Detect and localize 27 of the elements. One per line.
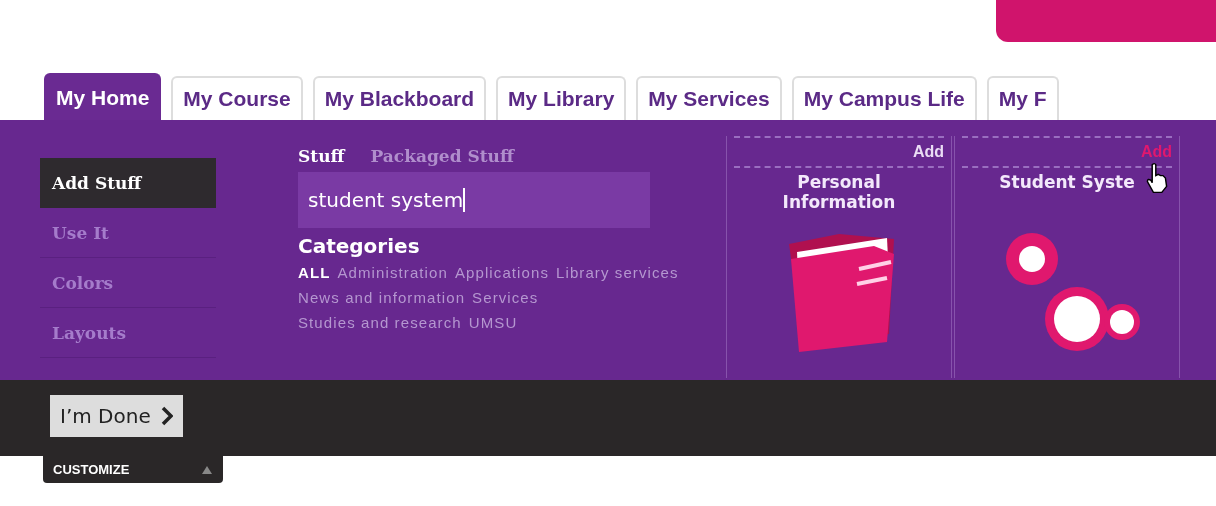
tile-title: Personal Information <box>781 172 897 214</box>
stuff-tab[interactable]: Stuff <box>298 146 345 166</box>
customize-tab[interactable]: CUSTOMIZE <box>43 456 223 483</box>
nav-tab[interactable]: My Campus Life <box>791 76 977 120</box>
category-link[interactable]: UMSU <box>468 310 518 335</box>
nav-tab[interactable]: My Home <box>44 73 162 120</box>
category-link[interactable]: Services <box>472 285 539 310</box>
nav-tab[interactable]: My Services <box>636 76 782 120</box>
search-field[interactable]: student system <box>298 172 650 228</box>
tile-title: Student Syste <box>998 172 1136 194</box>
nav-tab[interactable]: My Blackboard <box>312 76 487 120</box>
category-link[interactable]: News and information <box>298 285 466 310</box>
done-button[interactable]: I’m Done <box>50 395 183 437</box>
category-link[interactable]: Administration <box>337 260 448 285</box>
sidebar-item[interactable]: Add Stuff <box>40 158 216 208</box>
nav-tab[interactable]: My F <box>986 76 1059 120</box>
categories-heading: Categories <box>298 234 421 258</box>
nav-tab[interactable]: My Library <box>496 76 627 120</box>
category-link[interactable]: ALL <box>298 260 331 285</box>
category-link[interactable]: Library services <box>556 260 679 285</box>
chevron-icon <box>160 406 173 426</box>
category-link[interactable]: Applications <box>454 260 549 285</box>
category-link[interactable]: Studies and research <box>298 310 462 335</box>
hand-cursor-icon <box>1145 162 1169 194</box>
add-link[interactable]: Add <box>912 143 944 160</box>
triangle-up-icon <box>201 464 213 475</box>
nav-tab[interactable]: My Course <box>171 76 303 120</box>
